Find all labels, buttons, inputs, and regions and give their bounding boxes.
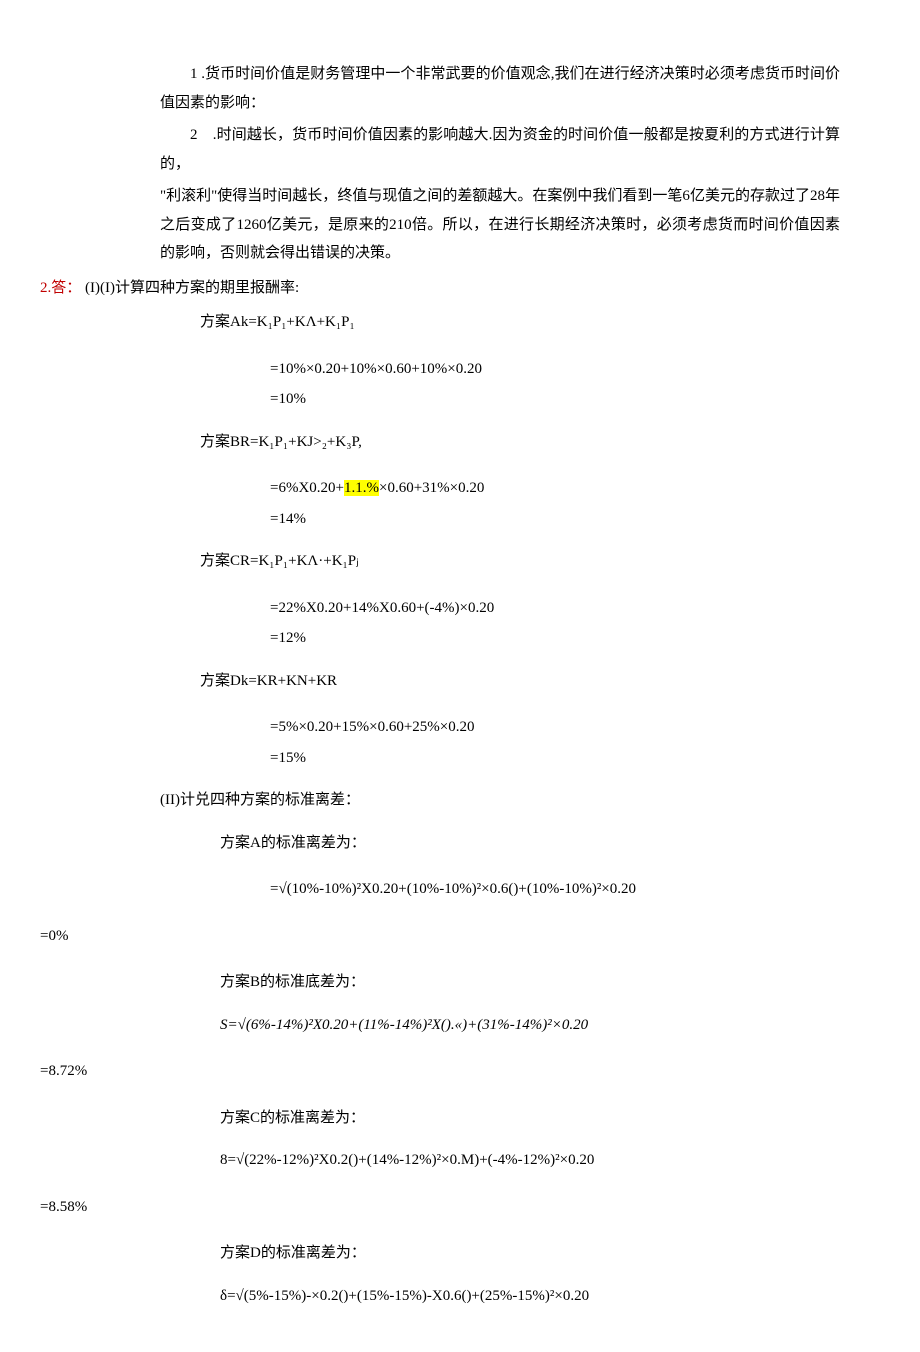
part-i-title: (I)(I)计算四种方案的期里报酬率: xyxy=(85,280,299,296)
intro-block: 1 .货币时间价值是财务管理中一个非常武要的价值观念,我们在进行经济决策时必须考… xyxy=(160,60,840,268)
std-d-formula: δ=√(5%-15%)-×0.2()+(15%-15%)-X0.6()+(25%… xyxy=(220,1282,880,1311)
document-page: 1 .货币时间价值是财务管理中一个非常武要的价值观念,我们在进行经济决策时必须考… xyxy=(0,0,920,1352)
scheme-b-title: 方案BR=K₁P₁+KJ>₂+K₃P, xyxy=(200,428,880,457)
std-a-result: =0% xyxy=(40,922,880,951)
std-b-formula: S=√(6%-14%)²X0.20+(11%-14%)²X().«)+(31%-… xyxy=(220,1011,880,1040)
intro-paragraph-2b: "利滚利"使得当时间越长，终值与现值之间的差额越大。在案例中我们看到一笔6亿美元… xyxy=(160,182,840,268)
std-a-formula: =√(10%-10%)²X0.20+(10%-10%)²×0.6()+(10%-… xyxy=(270,875,880,904)
scheme-a-result: =10% xyxy=(270,385,880,414)
scheme-b-formula-1b: ×0.60+31%×0.20 xyxy=(379,480,484,496)
scheme-b-formula-1: =6%X0.20+1.1.%×0.60+31%×0.20 xyxy=(270,474,880,503)
scheme-b-formula-1a: =6%X0.20+ xyxy=(270,480,344,496)
std-b-title: 方案B的标准底差为： xyxy=(220,968,880,997)
scheme-a-title: 方案Ak=K₁P₁+KΛ+K₁P₁ xyxy=(200,308,880,337)
std-d-title: 方案D的标准离差为： xyxy=(220,1239,880,1268)
std-c-result: =8.58% xyxy=(40,1193,880,1222)
intro-paragraph-1: 1 .货币时间价值是财务管理中一个非常武要的价值观念,我们在进行经济决策时必须考… xyxy=(160,60,840,117)
std-c-formula: 8=√(22%-12%)²X0.2()+(14%-12%)²×0.M)+(-4%… xyxy=(220,1146,880,1175)
scheme-a-formula-1: =10%×0.20+10%×0.60+10%×0.20 xyxy=(270,355,880,384)
scheme-c-result: =12% xyxy=(270,624,880,653)
std-b-result: =8.72% xyxy=(40,1057,880,1086)
intro-paragraph-2a: 2 .时间越长，货币时间价值因素的影响越大.因为资金的时间价值一般都是按夏利的方… xyxy=(160,121,840,178)
answer-label: 2.答： xyxy=(40,280,81,296)
answer-line: 2.答： (I)(I)计算四种方案的期里报酬率: xyxy=(40,274,880,303)
scheme-d-title: 方案Dk=KR+KN+KR xyxy=(200,667,880,696)
std-a-title: 方案A的标准离差为： xyxy=(220,829,880,858)
std-c-title: 方案C的标准离差为： xyxy=(220,1104,880,1133)
scheme-d-formula-1: =5%×0.20+15%×0.60+25%×0.20 xyxy=(270,713,880,742)
highlight-text: 1.1.% xyxy=(344,480,379,496)
scheme-b-result: =14% xyxy=(270,505,880,534)
scheme-c-title: 方案CR=K₁P₁+KΛ·+K₁Pⱼ xyxy=(200,547,880,576)
scheme-d-result: =15% xyxy=(270,744,880,773)
part-ii-title: (II)计兑四种方案的标准离差： xyxy=(160,786,880,815)
scheme-c-formula-1: =22%X0.20+14%X0.60+(-4%)×0.20 xyxy=(270,594,880,623)
